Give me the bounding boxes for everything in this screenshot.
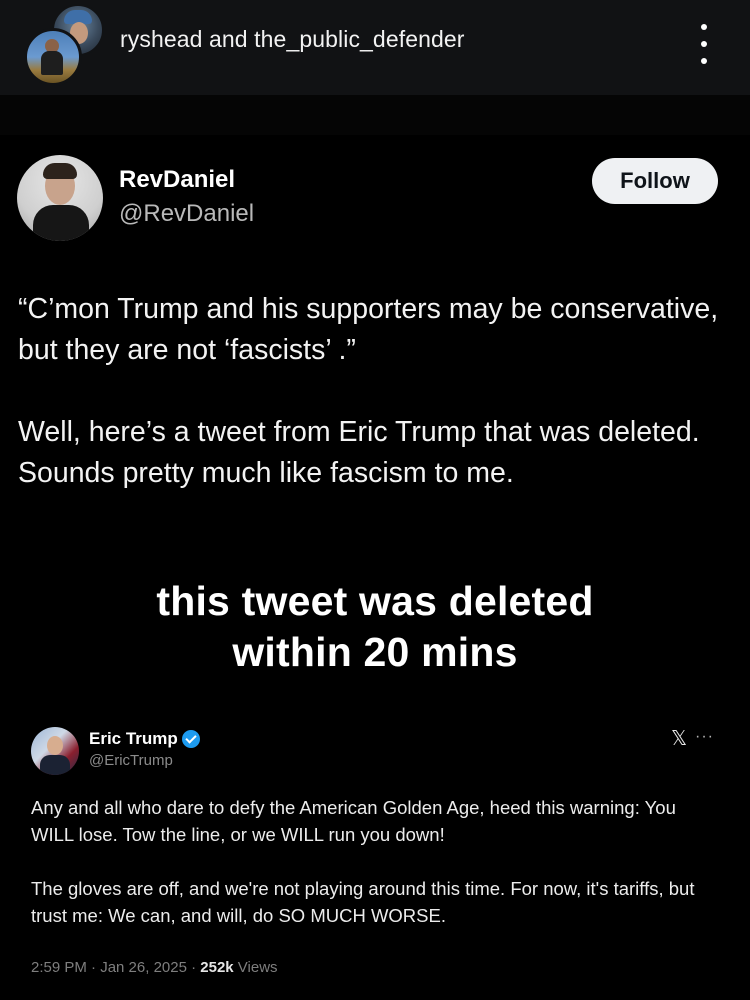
tweet-paragraph: “C’mon Trump and his supporters may be c… xyxy=(18,293,719,366)
x-logo-icon: 𝕏 xyxy=(671,726,688,750)
verified-badge-icon xyxy=(181,730,200,748)
video-caption: this tweet was deleted within 20 mins xyxy=(0,576,750,678)
embedded-tweet-paragraph: Any and all who dare to defy the America… xyxy=(31,797,676,845)
tweet-metadata: 2:59 PM · Jan 26, 2025 · 252k Views xyxy=(31,959,278,976)
tweet-paragraph: Well, here’s a tweet from Eric Trump tha… xyxy=(18,416,700,489)
more-horizontal-icon: ··· xyxy=(695,728,714,745)
post-author-title[interactable]: ryshead and the_public_defender xyxy=(120,26,465,53)
embedded-tweet-text: Any and all who dare to defy the America… xyxy=(31,794,721,929)
caption-line: this tweet was deleted xyxy=(156,578,594,624)
caption-line: within 20 mins xyxy=(232,629,518,675)
eric-trump-name-row: Eric Trump xyxy=(89,729,200,749)
revdaniel-avatar xyxy=(17,155,103,241)
post-header: ryshead and the_public_defender xyxy=(0,0,750,95)
revdaniel-handle: @RevDaniel xyxy=(119,200,255,227)
divider xyxy=(0,95,750,135)
tweet-text: “C’mon Trump and his supporters may be c… xyxy=(18,289,738,494)
eric-trump-name: Eric Trump xyxy=(89,729,178,748)
more-vertical-icon[interactable] xyxy=(697,24,711,64)
views-label: Views xyxy=(233,959,278,976)
collab-avatars[interactable] xyxy=(24,4,104,86)
tweet-timestamp: 2:59 PM · Jan 26, 2025 · xyxy=(31,959,201,976)
avatar-the-public-defender[interactable] xyxy=(24,28,82,86)
follow-button: Follow xyxy=(592,158,718,204)
views-count: 252k xyxy=(200,959,234,976)
revdaniel-name: RevDaniel xyxy=(119,166,236,193)
eric-trump-handle: @EricTrump xyxy=(89,752,173,769)
embedded-tweet-paragraph: The gloves are off, and we're not playin… xyxy=(31,878,695,926)
eric-trump-avatar xyxy=(31,727,79,775)
